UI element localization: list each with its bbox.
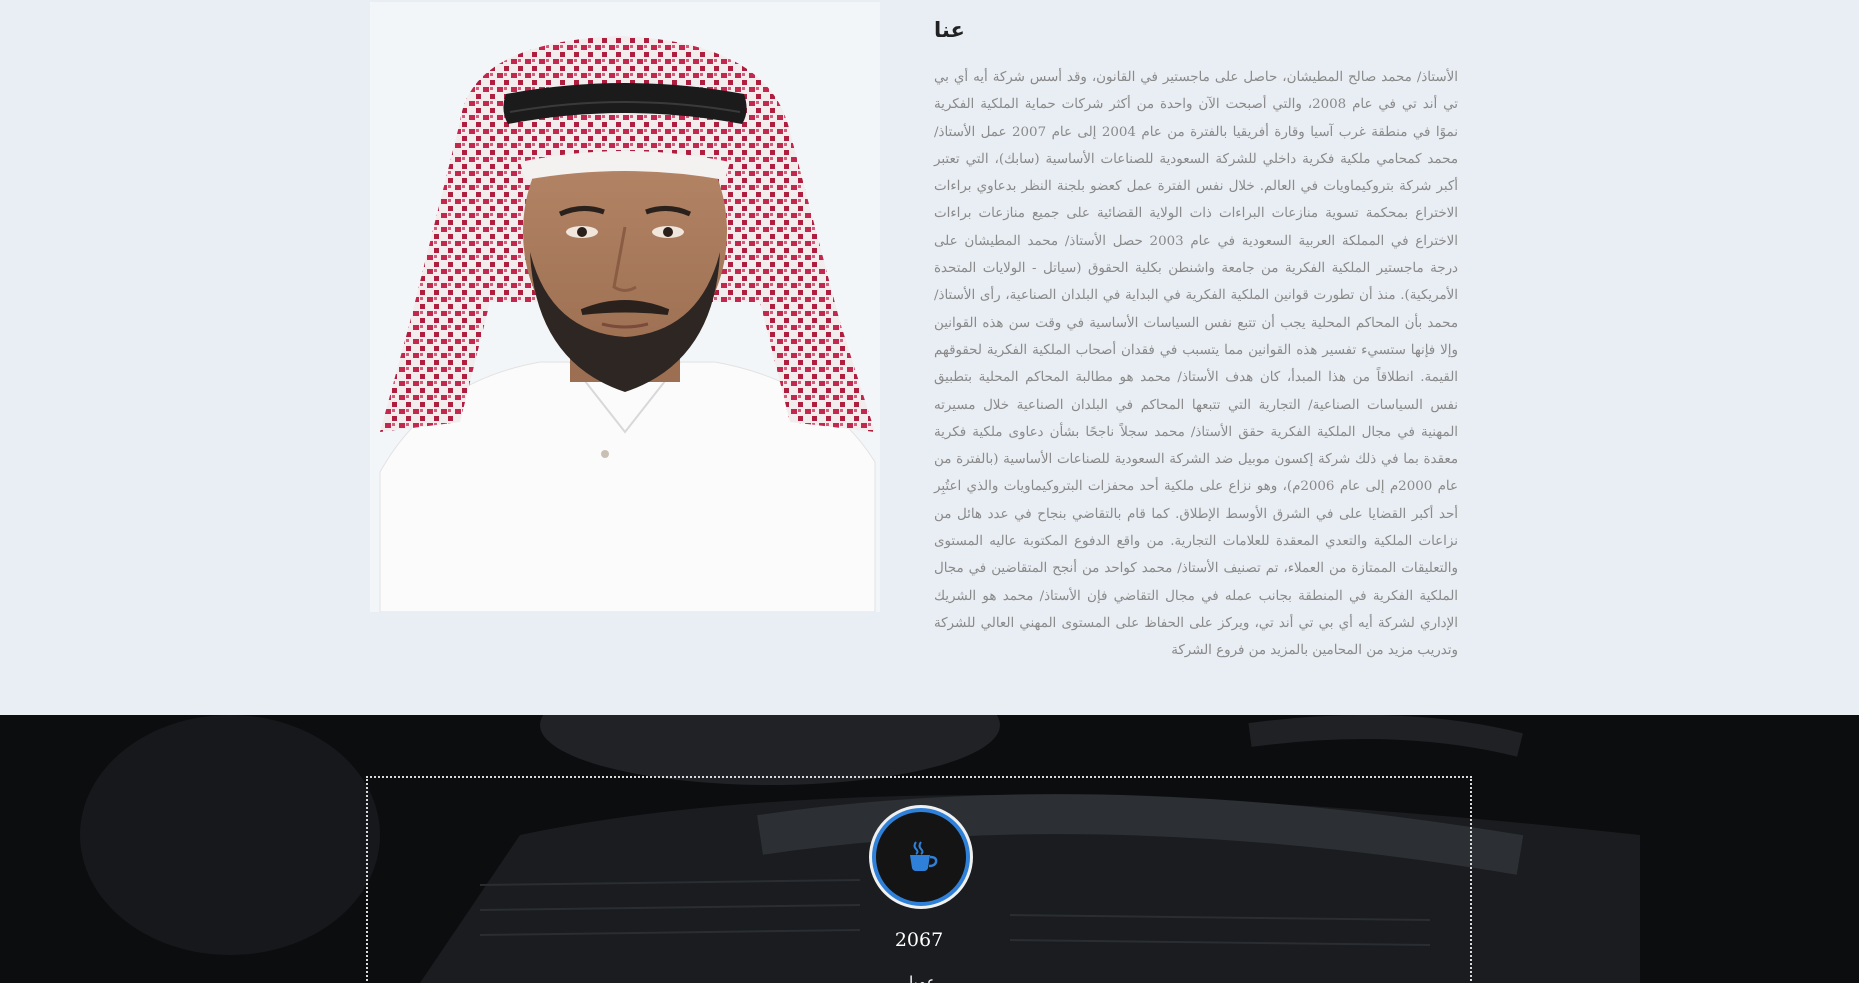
stat-icon-circle: [872, 808, 970, 906]
founder-portrait: [370, 2, 880, 612]
coffee-cup-icon: [910, 841, 938, 871]
stat-box: 2067 عميل: [366, 776, 1472, 983]
stats-section: 2067 عميل: [0, 715, 1859, 983]
stat-value: 2067: [894, 929, 944, 951]
portrait-image: [370, 2, 880, 612]
about-body: الأستاذ/ محمد صالح المطيشان، حاصل على ما…: [934, 70, 1459, 659]
stat-label: عميل: [902, 973, 936, 983]
about-section: عنا الأستاذ/ محمد صالح المطيشان، حاصل عل…: [0, 0, 1859, 715]
about-title: عنا: [934, 18, 965, 42]
about-content: عنا الأستاذ/ محمد صالح المطيشان، حاصل عل…: [934, 18, 1458, 665]
